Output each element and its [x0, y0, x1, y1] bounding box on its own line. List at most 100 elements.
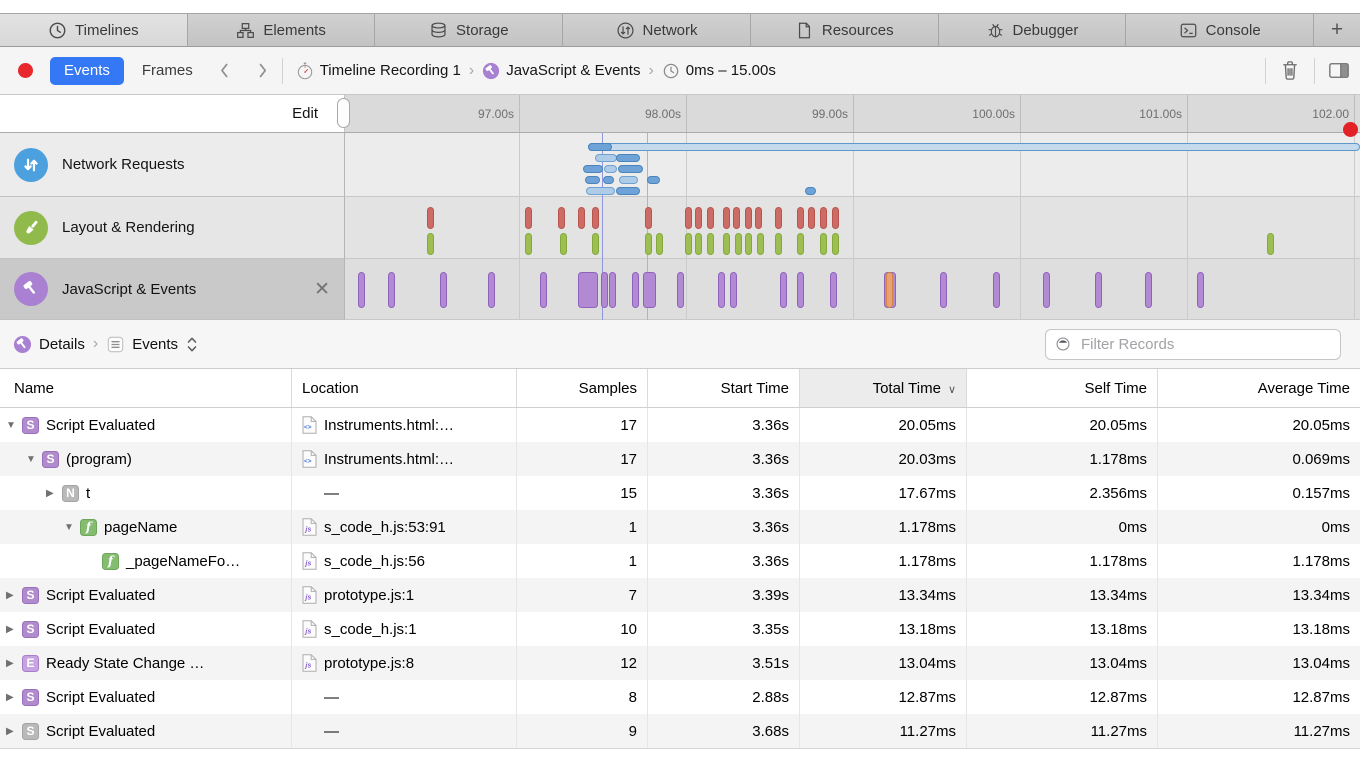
view-mode-frames-button[interactable]: Frames	[142, 62, 193, 79]
network-request-bar[interactable]	[604, 165, 617, 173]
disclosure-triangle[interactable]: ▶	[6, 692, 22, 703]
paint-event-marker[interactable]	[757, 233, 764, 255]
script-event-marker[interactable]	[718, 272, 725, 308]
tab-resources[interactable]: Resources	[751, 14, 939, 46]
paint-event-marker[interactable]	[427, 233, 434, 255]
network-request-bar[interactable]	[595, 154, 617, 162]
network-request-bar[interactable]	[603, 176, 614, 184]
toggle-details-sidebar-button[interactable]	[1328, 59, 1350, 82]
layout-event-marker[interactable]	[558, 207, 565, 229]
script-event-marker[interactable]	[1145, 272, 1152, 308]
column-header-start[interactable]: Start Time	[648, 369, 800, 407]
network-request-bar[interactable]	[619, 176, 638, 184]
script-event-marker[interactable]	[358, 272, 365, 308]
paint-event-marker[interactable]	[1267, 233, 1274, 255]
layout-event-marker[interactable]	[832, 207, 839, 229]
timeline-sidebar-network-requests[interactable]: Network Requests	[0, 133, 345, 197]
disclosure-triangle[interactable]: ▶	[6, 624, 22, 635]
script-event-marker[interactable]	[1043, 272, 1050, 308]
paint-event-marker[interactable]	[723, 233, 730, 255]
location-value[interactable]: prototype.js:8	[324, 655, 414, 672]
script-event-marker[interactable]	[830, 272, 837, 308]
tab-console[interactable]: Console	[1126, 14, 1314, 46]
script-event-marker[interactable]	[440, 272, 447, 308]
paint-event-marker[interactable]	[695, 233, 702, 255]
breadcrumb-item[interactable]: Timeline Recording 1	[296, 62, 461, 80]
network-request-bar[interactable]	[588, 143, 1360, 151]
table-row[interactable]: ▶SScript Evaluated—93.68s11.27ms11.27ms1…	[0, 714, 1360, 748]
script-event-marker[interactable]	[540, 272, 547, 308]
paint-event-marker[interactable]	[645, 233, 652, 255]
tab-timelines[interactable]: Timelines	[0, 14, 188, 46]
location-value[interactable]: s_code_h.js:53:91	[324, 519, 446, 536]
network-request-bar[interactable]	[805, 187, 816, 195]
disclosure-triangle[interactable]: ▼	[6, 420, 22, 431]
location-value[interactable]: s_code_h.js:56	[324, 553, 425, 570]
table-row[interactable]: ▼S(program)<>Instruments.html:…173.36s20…	[0, 442, 1360, 476]
script-event-marker[interactable]	[886, 272, 893, 308]
record-button[interactable]	[18, 63, 33, 78]
network-request-bar[interactable]	[583, 165, 603, 173]
layout-event-marker[interactable]	[685, 207, 692, 229]
paint-event-marker[interactable]	[745, 233, 752, 255]
script-event-marker[interactable]	[780, 272, 787, 308]
script-event-marker[interactable]	[388, 272, 395, 308]
script-event-marker[interactable]	[578, 272, 598, 308]
close-instrument-button[interactable]: ✕	[314, 280, 330, 299]
paint-event-marker[interactable]	[707, 233, 714, 255]
table-row[interactable]: f_pageNameFo…jss_code_h.js:5613.36s1.178…	[0, 544, 1360, 578]
script-event-marker[interactable]	[1197, 272, 1204, 308]
script-event-marker[interactable]	[797, 272, 804, 308]
layout-event-marker[interactable]	[525, 207, 532, 229]
table-row[interactable]: ▶SScript Evaluatedjss_code_h.js:1103.35s…	[0, 612, 1360, 646]
column-header-samples[interactable]: Samples	[517, 369, 648, 407]
paint-event-marker[interactable]	[560, 233, 567, 255]
paint-event-marker[interactable]	[820, 233, 827, 255]
ruler-resize-handle[interactable]	[337, 98, 350, 128]
location-value[interactable]: prototype.js:1	[324, 587, 414, 604]
layout-event-marker[interactable]	[427, 207, 434, 229]
network-request-bar[interactable]	[618, 165, 643, 173]
paint-event-marker[interactable]	[735, 233, 742, 255]
timeline-sidebar-layout-rendering[interactable]: Layout & Rendering	[0, 197, 345, 259]
paint-event-marker[interactable]	[525, 233, 532, 255]
disclosure-triangle[interactable]: ▶	[46, 488, 62, 499]
view-selector-label[interactable]: Events	[132, 336, 178, 353]
paint-event-marker[interactable]	[656, 233, 663, 255]
script-event-marker[interactable]	[993, 272, 1000, 308]
column-header-location[interactable]: Location	[292, 369, 517, 407]
disclosure-triangle[interactable]: ▼	[64, 522, 80, 533]
script-event-marker[interactable]	[643, 272, 656, 308]
table-row[interactable]: ▶Nt—153.36s17.67ms2.356ms0.157ms	[0, 476, 1360, 510]
column-header-name[interactable]: Name	[0, 369, 292, 407]
disclosure-triangle[interactable]: ▶	[6, 658, 22, 669]
layout-event-marker[interactable]	[775, 207, 782, 229]
tab-debugger[interactable]: Debugger	[939, 14, 1127, 46]
table-row[interactable]: ▶EReady State Change …jsprototype.js:812…	[0, 646, 1360, 680]
edit-instruments-button[interactable]: Edit	[292, 105, 318, 122]
filter-records-input[interactable]	[1079, 335, 1331, 354]
layout-event-marker[interactable]	[820, 207, 827, 229]
paint-event-marker[interactable]	[797, 233, 804, 255]
layout-event-marker[interactable]	[707, 207, 714, 229]
layout-event-marker[interactable]	[808, 207, 815, 229]
table-row[interactable]: ▼SScript Evaluated<>Instruments.html:…17…	[0, 408, 1360, 442]
back-chevron-icon[interactable]	[219, 62, 230, 79]
script-event-marker[interactable]	[1095, 272, 1102, 308]
disclosure-triangle[interactable]: ▶	[6, 726, 22, 737]
layout-event-marker[interactable]	[755, 207, 762, 229]
script-event-marker[interactable]	[677, 272, 684, 308]
script-event-marker[interactable]	[730, 272, 737, 308]
column-header-total[interactable]: Total Time∨	[800, 369, 967, 407]
layout-event-marker[interactable]	[695, 207, 702, 229]
timeline-sidebar-javascript-events[interactable]: JavaScript & Events✕	[0, 259, 345, 320]
network-request-bar[interactable]	[616, 187, 640, 195]
tab-storage[interactable]: Storage	[375, 14, 563, 46]
paint-event-marker[interactable]	[592, 233, 599, 255]
script-event-marker[interactable]	[488, 272, 495, 308]
network-request-bar[interactable]	[647, 176, 660, 184]
layout-event-marker[interactable]	[578, 207, 585, 229]
table-row[interactable]: ▶SScript Evaluatedjsprototype.js:173.39s…	[0, 578, 1360, 612]
script-event-marker[interactable]	[601, 272, 608, 308]
layout-event-marker[interactable]	[745, 207, 752, 229]
